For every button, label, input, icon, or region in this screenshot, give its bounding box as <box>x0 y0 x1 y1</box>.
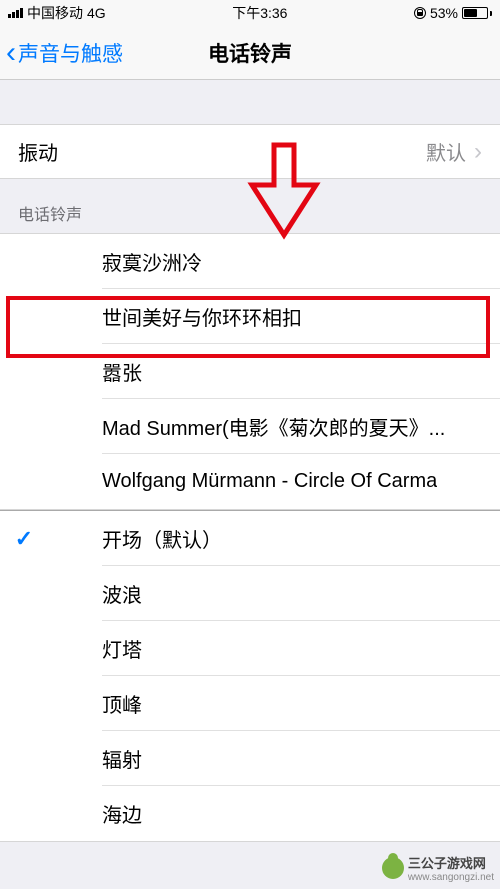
ringtone-label: 嚣张 <box>102 357 142 386</box>
ringtone-item[interactable]: 灯塔 <box>0 621 500 676</box>
watermark-url: www.sangongzi.net <box>408 872 494 883</box>
ringtone-item[interactable]: Wolfgang Mürmann - Circle Of Carma <box>0 454 500 509</box>
ringtone-label: 波浪 <box>102 579 142 608</box>
network-label: 4G <box>87 5 106 21</box>
ringtone-label: Mad Summer(电影《菊次郎的夏天》... <box>102 412 445 441</box>
battery-percent: 53% <box>430 5 458 21</box>
vibration-label: 振动 <box>18 137 58 166</box>
ringtone-item[interactable]: ✓ 开场（默认） <box>0 511 500 566</box>
ringtone-item[interactable]: 顶峰 <box>0 676 500 731</box>
ringtone-item[interactable]: 嚣张 <box>0 344 500 399</box>
watermark: 三公子游戏网 www.sangongzi.net <box>382 853 494 883</box>
vibration-value: 默认 <box>426 137 466 166</box>
ringtone-label: 顶峰 <box>102 689 142 718</box>
carrier-label: 中国移动 <box>27 3 83 23</box>
battery-icon <box>462 7 492 19</box>
ringtone-label: 寂寞沙洲冷 <box>102 247 202 276</box>
ringtone-item[interactable]: 海边 <box>0 786 500 841</box>
status-right: 53% <box>414 5 492 21</box>
ringtone-label: Wolfgang Mürmann - Circle Of Carma <box>102 470 437 493</box>
system-ringtone-list: ✓ 开场（默认） 波浪 灯塔 顶峰 辐射 海边 <box>0 510 500 842</box>
checkmark-icon: ✓ <box>0 526 48 552</box>
ringtone-item[interactable]: 波浪 <box>0 566 500 621</box>
ringtone-label: 世间美好与你环环相扣 <box>102 302 302 331</box>
status-left: 中国移动 4G <box>8 3 106 23</box>
watermark-logo-icon <box>382 857 404 879</box>
ringtone-label: 灯塔 <box>102 634 142 663</box>
section-header: 电话铃声 <box>0 179 500 233</box>
status-time: 下午3:36 <box>232 3 287 23</box>
rotation-lock-icon <box>414 7 426 19</box>
ringtone-label: 辐射 <box>102 744 142 773</box>
ringtone-item[interactable]: 寂寞沙洲冷 <box>0 234 500 289</box>
custom-ringtone-list: 寂寞沙洲冷 世间美好与你环环相扣 嚣张 Mad Summer(电影《菊次郎的夏天… <box>0 233 500 510</box>
vibration-row[interactable]: 振动 默认 › <box>0 124 500 179</box>
ringtone-label: 海边 <box>102 799 142 828</box>
page-title: 电话铃声 <box>208 38 292 68</box>
status-bar: 中国移动 4G 下午3:36 53% <box>0 0 500 26</box>
watermark-text: 三公子游戏网 <box>408 853 494 872</box>
chevron-left-icon: ‹ <box>6 38 16 68</box>
back-button[interactable]: ‹ 声音与触感 <box>0 38 123 68</box>
ringtone-item[interactable]: Mad Summer(电影《菊次郎的夏天》... <box>0 399 500 454</box>
nav-bar: ‹ 声音与触感 电话铃声 <box>0 26 500 80</box>
chevron-right-icon: › <box>474 138 482 166</box>
ringtone-label: 开场（默认） <box>102 524 222 553</box>
ringtone-item[interactable]: 辐射 <box>0 731 500 786</box>
signal-icon <box>8 8 23 18</box>
back-label: 声音与触感 <box>18 38 123 68</box>
ringtone-item[interactable]: 世间美好与你环环相扣 <box>0 289 500 344</box>
